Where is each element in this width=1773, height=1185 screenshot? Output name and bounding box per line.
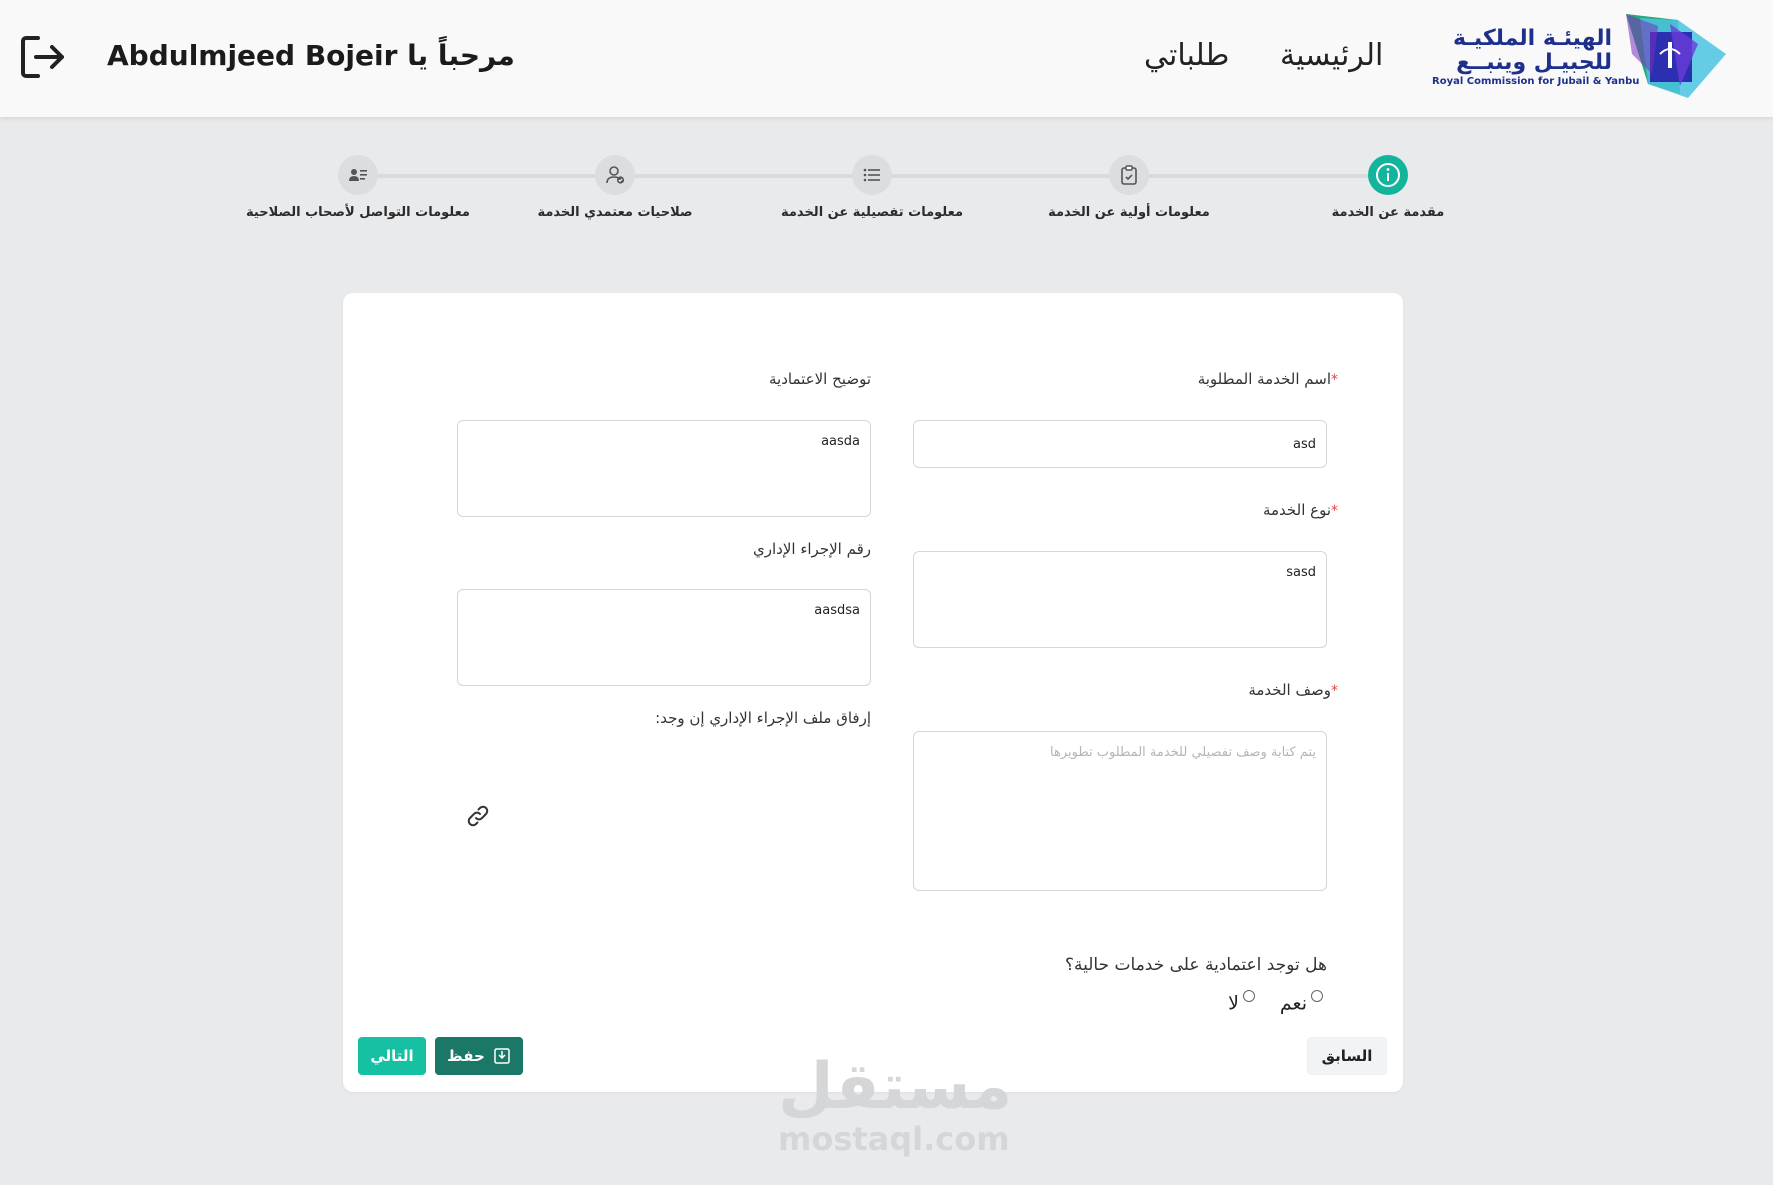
- step-initial-info[interactable]: معلومات أولية عن الخدمة: [999, 155, 1259, 235]
- step-contacts-circle: [338, 155, 378, 195]
- list-icon: [863, 168, 880, 182]
- radio-yes-option[interactable]: نعم: [1280, 990, 1323, 1014]
- save-button-label: حفظ: [447, 1047, 485, 1065]
- nav-my-requests[interactable]: طلباتي: [1144, 38, 1229, 73]
- radio-yes[interactable]: [1311, 990, 1323, 1002]
- radio-no-label: لا: [1228, 992, 1239, 1015]
- watermark-arabic: مستقل: [778, 1050, 1013, 1124]
- nav-home[interactable]: الرئيسية: [1280, 38, 1383, 73]
- logo-mark-icon: [1626, 14, 1726, 98]
- service-type-label: *نوع الخدمة: [1263, 501, 1338, 519]
- dependency-note-label: توضيح الاعتمادية: [769, 370, 871, 388]
- previous-button[interactable]: السابق: [1307, 1037, 1387, 1075]
- contact-card-icon: [349, 169, 367, 181]
- service-desc-textarea[interactable]: [913, 731, 1327, 891]
- step-label: معلومات أولية عن الخدمة: [1048, 205, 1210, 220]
- link-icon[interactable]: [465, 803, 491, 829]
- save-icon: [494, 1048, 510, 1064]
- logout-icon[interactable]: [20, 34, 66, 80]
- info-icon: [1376, 163, 1400, 187]
- step-intro[interactable]: مقدمة عن الخدمة: [1258, 155, 1518, 235]
- user-check-icon: [606, 166, 625, 184]
- radio-no-option[interactable]: لا: [1228, 990, 1255, 1014]
- step-label: معلومات تفصيلية عن الخدمة: [781, 205, 963, 220]
- step-label: معلومات التواصل لأصحاب الصلاحية: [246, 205, 470, 220]
- service-name-label-text: اسم الخدمة المطلوبة: [1197, 370, 1331, 388]
- step-initial-info-circle: [1109, 155, 1149, 195]
- step-detailed-info[interactable]: معلومات تفصيلية عن الخدمة: [742, 155, 1002, 235]
- logo-english: Royal Commission for Jubail & Yanbu: [1432, 76, 1640, 87]
- top-header: مرحباً يا Abdulmjeed Bojeir طلباتي الرئي…: [0, 0, 1773, 117]
- step-label: صلاحيات معتمدي الخدمة: [537, 205, 693, 220]
- form-card: *اسم الخدمة المطلوبة *نوع الخدمة sasd *و…: [343, 293, 1403, 1092]
- service-desc-label: *وصف الخدمة: [1248, 681, 1338, 699]
- step-contacts[interactable]: معلومات التواصل لأصحاب الصلاحية: [228, 155, 488, 235]
- step-intro-circle: [1368, 155, 1408, 195]
- admin-proc-no-textarea[interactable]: aasdsa: [457, 589, 871, 686]
- service-name-input[interactable]: [913, 420, 1327, 468]
- watermark-english: mostaql.com: [778, 1120, 1010, 1158]
- required-mark: *: [1331, 683, 1338, 699]
- logo-arabic-line1: الهيئـة الملكيـة: [1453, 26, 1612, 51]
- required-mark: *: [1331, 372, 1338, 388]
- dependency-note-textarea[interactable]: aasda: [457, 420, 871, 517]
- welcome-text: مرحباً يا Abdulmjeed Bojeir: [107, 39, 515, 72]
- step-approvers[interactable]: صلاحيات معتمدي الخدمة: [485, 155, 745, 235]
- step-detailed-info-circle: [852, 155, 892, 195]
- service-type-textarea[interactable]: sasd: [913, 551, 1327, 648]
- attach-label: إرفاق ملف الإجراء الإداري إن وجد:: [655, 709, 871, 727]
- admin-proc-no-label: رقم الإجراء الإداري: [753, 540, 871, 558]
- service-type-label-text: نوع الخدمة: [1262, 501, 1331, 519]
- radio-no[interactable]: [1243, 990, 1255, 1002]
- service-desc-label-text: وصف الخدمة: [1248, 681, 1331, 699]
- dependency-question: هل توجد اعتمادية على خدمات حالية؟: [1064, 955, 1327, 975]
- radio-yes-label: نعم: [1279, 992, 1307, 1015]
- step-approvers-circle: [595, 155, 635, 195]
- service-name-label: *اسم الخدمة المطلوبة: [1198, 370, 1338, 388]
- logo-arabic-line2: للجبيـل وينبــع: [1456, 50, 1612, 75]
- clipboard-icon: [1121, 165, 1137, 185]
- step-label: مقدمة عن الخدمة: [1331, 205, 1445, 220]
- save-button[interactable]: حفظ: [435, 1037, 523, 1075]
- required-mark: *: [1331, 503, 1338, 519]
- next-button[interactable]: التالي: [358, 1037, 426, 1075]
- rcjy-logo[interactable]: الهيئـة الملكيـة للجبيـل وينبــع Royal C…: [1432, 14, 1728, 100]
